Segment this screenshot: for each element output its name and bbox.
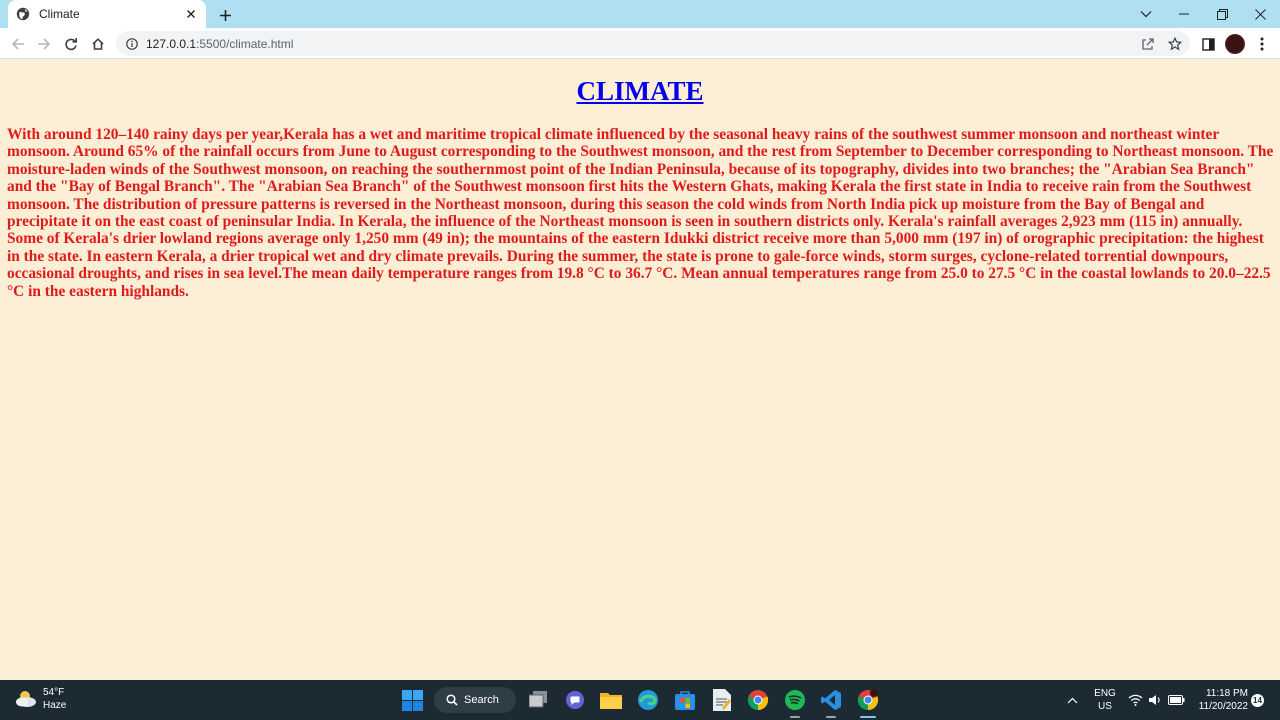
share-icon[interactable] (1140, 36, 1156, 52)
forward-arrow-icon[interactable] (34, 34, 54, 54)
address-bar[interactable]: 127.0.0.1:5500/climate.html (116, 31, 1190, 56)
star-icon[interactable] (1167, 36, 1183, 52)
spotify-running-indicator (790, 716, 800, 718)
task-view-icon[interactable] (527, 688, 551, 712)
windows-start-icon[interactable] (400, 688, 424, 712)
taskbar-search-button[interactable]: Search (434, 687, 516, 713)
volume-icon[interactable] (1147, 688, 1163, 712)
chrome-active-indicator (860, 716, 876, 718)
window-close-icon[interactable] (1241, 0, 1279, 28)
browser-tab[interactable]: Climate (8, 0, 206, 28)
url-path: :5500/climate.html (196, 36, 294, 51)
side-panel-icon[interactable] (1198, 34, 1218, 54)
teams-chat-icon[interactable] (563, 688, 587, 712)
search-label: Search (464, 694, 499, 706)
language-indicator[interactable]: ENG US (1093, 687, 1117, 713)
weather-condition: Haze (43, 700, 67, 711)
chrome-icon[interactable] (746, 688, 770, 712)
back-arrow-icon[interactable] (8, 34, 28, 54)
vscode-icon[interactable] (819, 688, 843, 712)
globe-icon (16, 7, 30, 21)
notepad-file-icon[interactable] (710, 688, 734, 712)
reload-icon[interactable] (61, 34, 81, 54)
system-clock[interactable]: 11:18 PM 11/20/2022 (1190, 687, 1248, 713)
kebab-menu-icon[interactable] (1255, 35, 1269, 53)
wifi-icon[interactable] (1127, 688, 1143, 712)
chrome-active-icon[interactable] (856, 688, 880, 712)
home-icon[interactable] (88, 34, 108, 54)
battery-icon[interactable] (1167, 688, 1185, 712)
vscode-running-indicator (826, 716, 836, 718)
tab-title: Climate (39, 7, 80, 21)
windows-taskbar: 54°F Haze Search ENG US 11:18 PM 11/20/2… (0, 680, 1280, 720)
info-icon[interactable] (126, 37, 138, 50)
url-text: 127.0.0.1:5500/climate.html (146, 37, 293, 51)
language-region: US (1098, 701, 1112, 712)
url-host: 127.0.0.1 (146, 36, 197, 51)
minimize-icon[interactable] (1165, 0, 1203, 28)
profile-avatar[interactable] (1225, 34, 1245, 54)
tab-strip: Climate (0, 0, 1280, 28)
search-icon (446, 694, 458, 706)
chevron-up-icon[interactable] (1064, 688, 1080, 712)
file-explorer-icon[interactable] (599, 688, 623, 712)
close-icon[interactable] (184, 7, 198, 21)
microsoft-store-icon[interactable] (673, 688, 697, 712)
plus-icon[interactable] (216, 6, 234, 24)
browser-toolbar: 127.0.0.1:5500/climate.html (0, 28, 1280, 59)
edge-browser-icon[interactable] (636, 688, 660, 712)
page-content: CLIMATE With around 120–140 rainy days p… (0, 59, 1280, 680)
restore-icon[interactable] (1203, 0, 1241, 28)
spotify-icon[interactable] (783, 688, 807, 712)
clock-date: 11/20/2022 (1198, 701, 1248, 712)
weather-temperature: 54°F (43, 687, 65, 698)
climate-paragraph: With around 120–140 rainy days per year,… (7, 126, 1274, 300)
tab-search-chevron-icon[interactable] (1127, 0, 1165, 28)
weather-widget[interactable]: 54°F Haze (14, 686, 66, 712)
language-code: ENG (1094, 688, 1116, 699)
page-title: CLIMATE (576, 76, 704, 106)
clock-time: 11:18 PM (1205, 688, 1248, 699)
notification-badge[interactable]: 14 (1251, 694, 1264, 707)
haze-weather-icon (16, 691, 36, 707)
